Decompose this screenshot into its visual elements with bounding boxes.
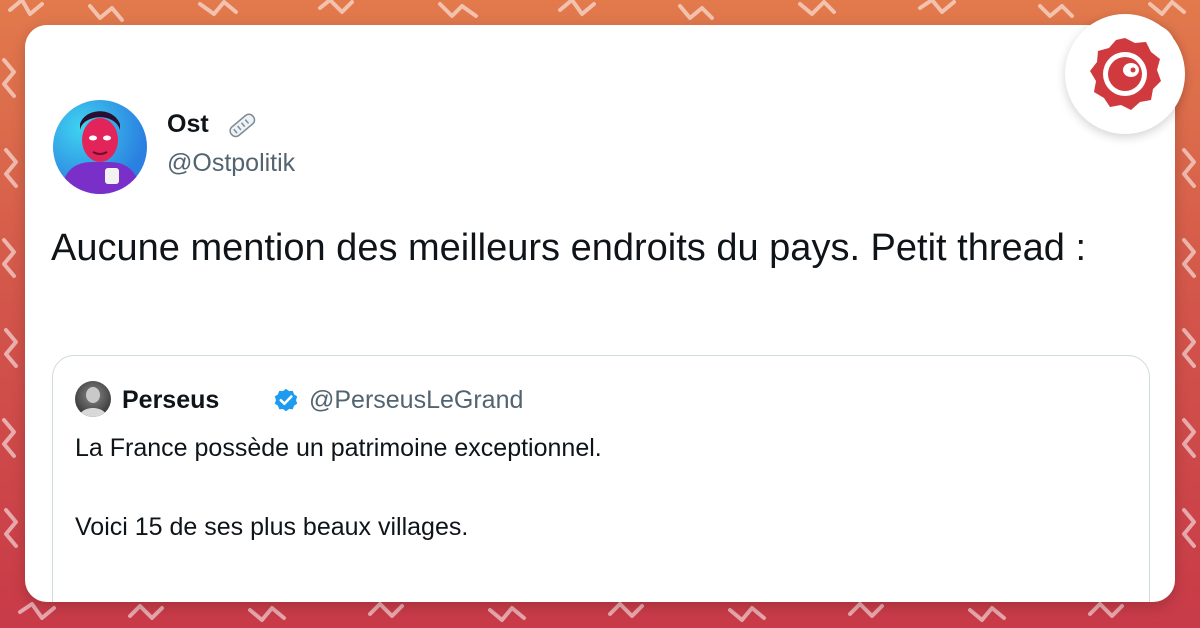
quoted-text-line: La France possède un patrimoine exceptio… <box>75 434 602 462</box>
brand-badge <box>1065 14 1185 134</box>
tweet-card: Ost @Ostpolitik Aucune mention des meill… <box>25 25 1175 602</box>
verified-badge-icon <box>274 388 298 412</box>
newspaper-icon <box>229 113 256 138</box>
quoted-author-name[interactable]: Perseus <box>122 386 219 415</box>
author-avatar[interactable] <box>53 100 147 194</box>
tweet-text: Aucune mention des meilleurs endroits du… <box>51 227 1087 269</box>
quoted-author-avatar[interactable] <box>75 381 111 417</box>
quoted-tweet[interactable]: Perseus @PerseusLeGrand La France possèd… <box>52 355 1150 602</box>
brand-logo-icon <box>1090 38 1161 110</box>
author-handle[interactable]: @Ostpolitik <box>167 149 295 178</box>
quoted-author-handle[interactable]: @PerseusLeGrand <box>309 386 523 415</box>
author-name[interactable]: Ost <box>167 110 209 139</box>
quoted-text-line: Voici 15 de ses plus beaux villages. <box>75 513 469 541</box>
